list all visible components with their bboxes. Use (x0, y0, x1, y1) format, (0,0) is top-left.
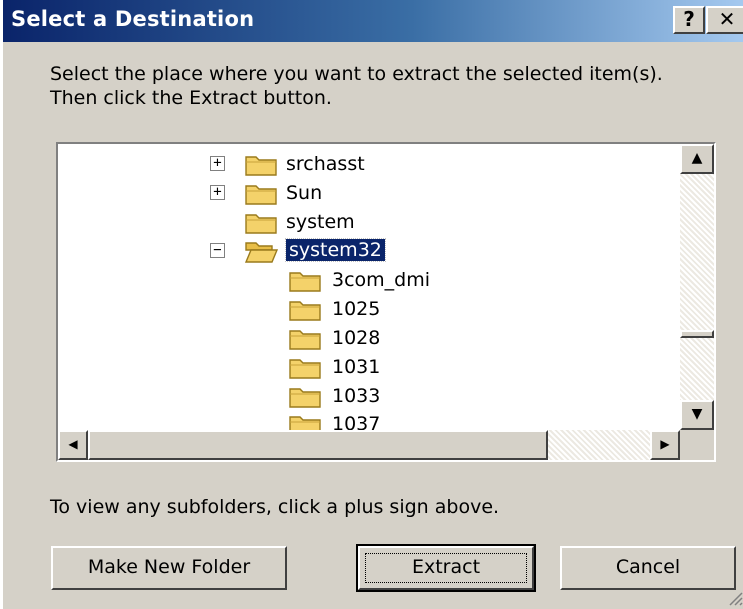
folder-icon (289, 330, 321, 350)
tree-item-srchasst[interactable]: + srchasst (58, 150, 678, 178)
folder-icon (289, 388, 321, 408)
tree-item-system[interactable]: system (58, 208, 678, 236)
folder-icon (289, 359, 321, 379)
close-button[interactable]: ✕ (706, 6, 743, 34)
expand-icon[interactable]: + (210, 156, 225, 171)
scrollbar-corner (680, 430, 714, 460)
folder-icon (289, 272, 321, 292)
tree-item-label: system (286, 211, 355, 233)
folder-icon (245, 185, 277, 205)
make-new-folder-button[interactable]: Make New Folder (51, 546, 287, 590)
cancel-button[interactable]: Cancel (560, 546, 736, 590)
collapse-icon[interactable]: − (210, 243, 225, 258)
tree-item-1031[interactable]: 1031 (58, 353, 678, 381)
tree-item-1028[interactable]: 1028 (58, 324, 678, 352)
vertical-scroll-thumb[interactable] (680, 330, 714, 338)
scroll-down-button[interactable]: ▼ (680, 400, 714, 430)
tree-item-1025[interactable]: 1025 (58, 295, 678, 323)
resize-grip-icon[interactable] (727, 590, 743, 607)
folder-open-icon (244, 242, 278, 263)
folder-icon (245, 156, 277, 176)
select-destination-dialog: Select a Destination ? ✕ Select the plac… (0, 0, 743, 609)
tree-item-3com-dmi[interactable]: 3com_dmi (58, 266, 678, 294)
tree-item-label: srchasst (286, 153, 365, 175)
tree-item-label: Sun (286, 182, 323, 204)
instructions-text: Select the place where you want to extra… (50, 63, 663, 109)
folder-icon (245, 214, 277, 234)
folder-icon (289, 301, 321, 321)
scroll-up-button[interactable]: ▲ (680, 144, 714, 174)
expand-icon[interactable]: + (210, 185, 225, 200)
help-button[interactable]: ? (673, 6, 705, 34)
scroll-left-button[interactable]: ◀ (58, 430, 88, 460)
folder-tree[interactable]: + srchasst + Sun system − system32 3com_… (56, 142, 716, 462)
tree-item-sun[interactable]: + Sun (58, 179, 678, 207)
tree-item-label: 1033 (332, 385, 381, 407)
extract-button[interactable]: Extract (356, 544, 536, 592)
tree-item-label: 1031 (332, 356, 381, 378)
tree-item-label: 1028 (332, 327, 381, 349)
tree-item-label: system32 (285, 238, 386, 262)
horizontal-scroll-thumb[interactable] (88, 430, 548, 460)
tree-item-system32[interactable]: − system32 (58, 237, 678, 265)
title-bar[interactable]: Select a Destination ? ✕ (3, 0, 743, 42)
tree-item-label: 1025 (332, 298, 381, 320)
tree-item-label: 3com_dmi (332, 269, 431, 291)
window-title: Select a Destination (11, 7, 255, 31)
horizontal-scrollbar[interactable]: ◀ ▶ (58, 430, 680, 460)
focus-rectangle (365, 553, 527, 583)
scroll-right-button[interactable]: ▶ (650, 430, 680, 460)
tree-item-1033[interactable]: 1033 (58, 382, 678, 410)
hint-text: To view any subfolders, click a plus sig… (50, 496, 500, 518)
vertical-scrollbar[interactable]: ▲ ▼ (680, 144, 714, 430)
